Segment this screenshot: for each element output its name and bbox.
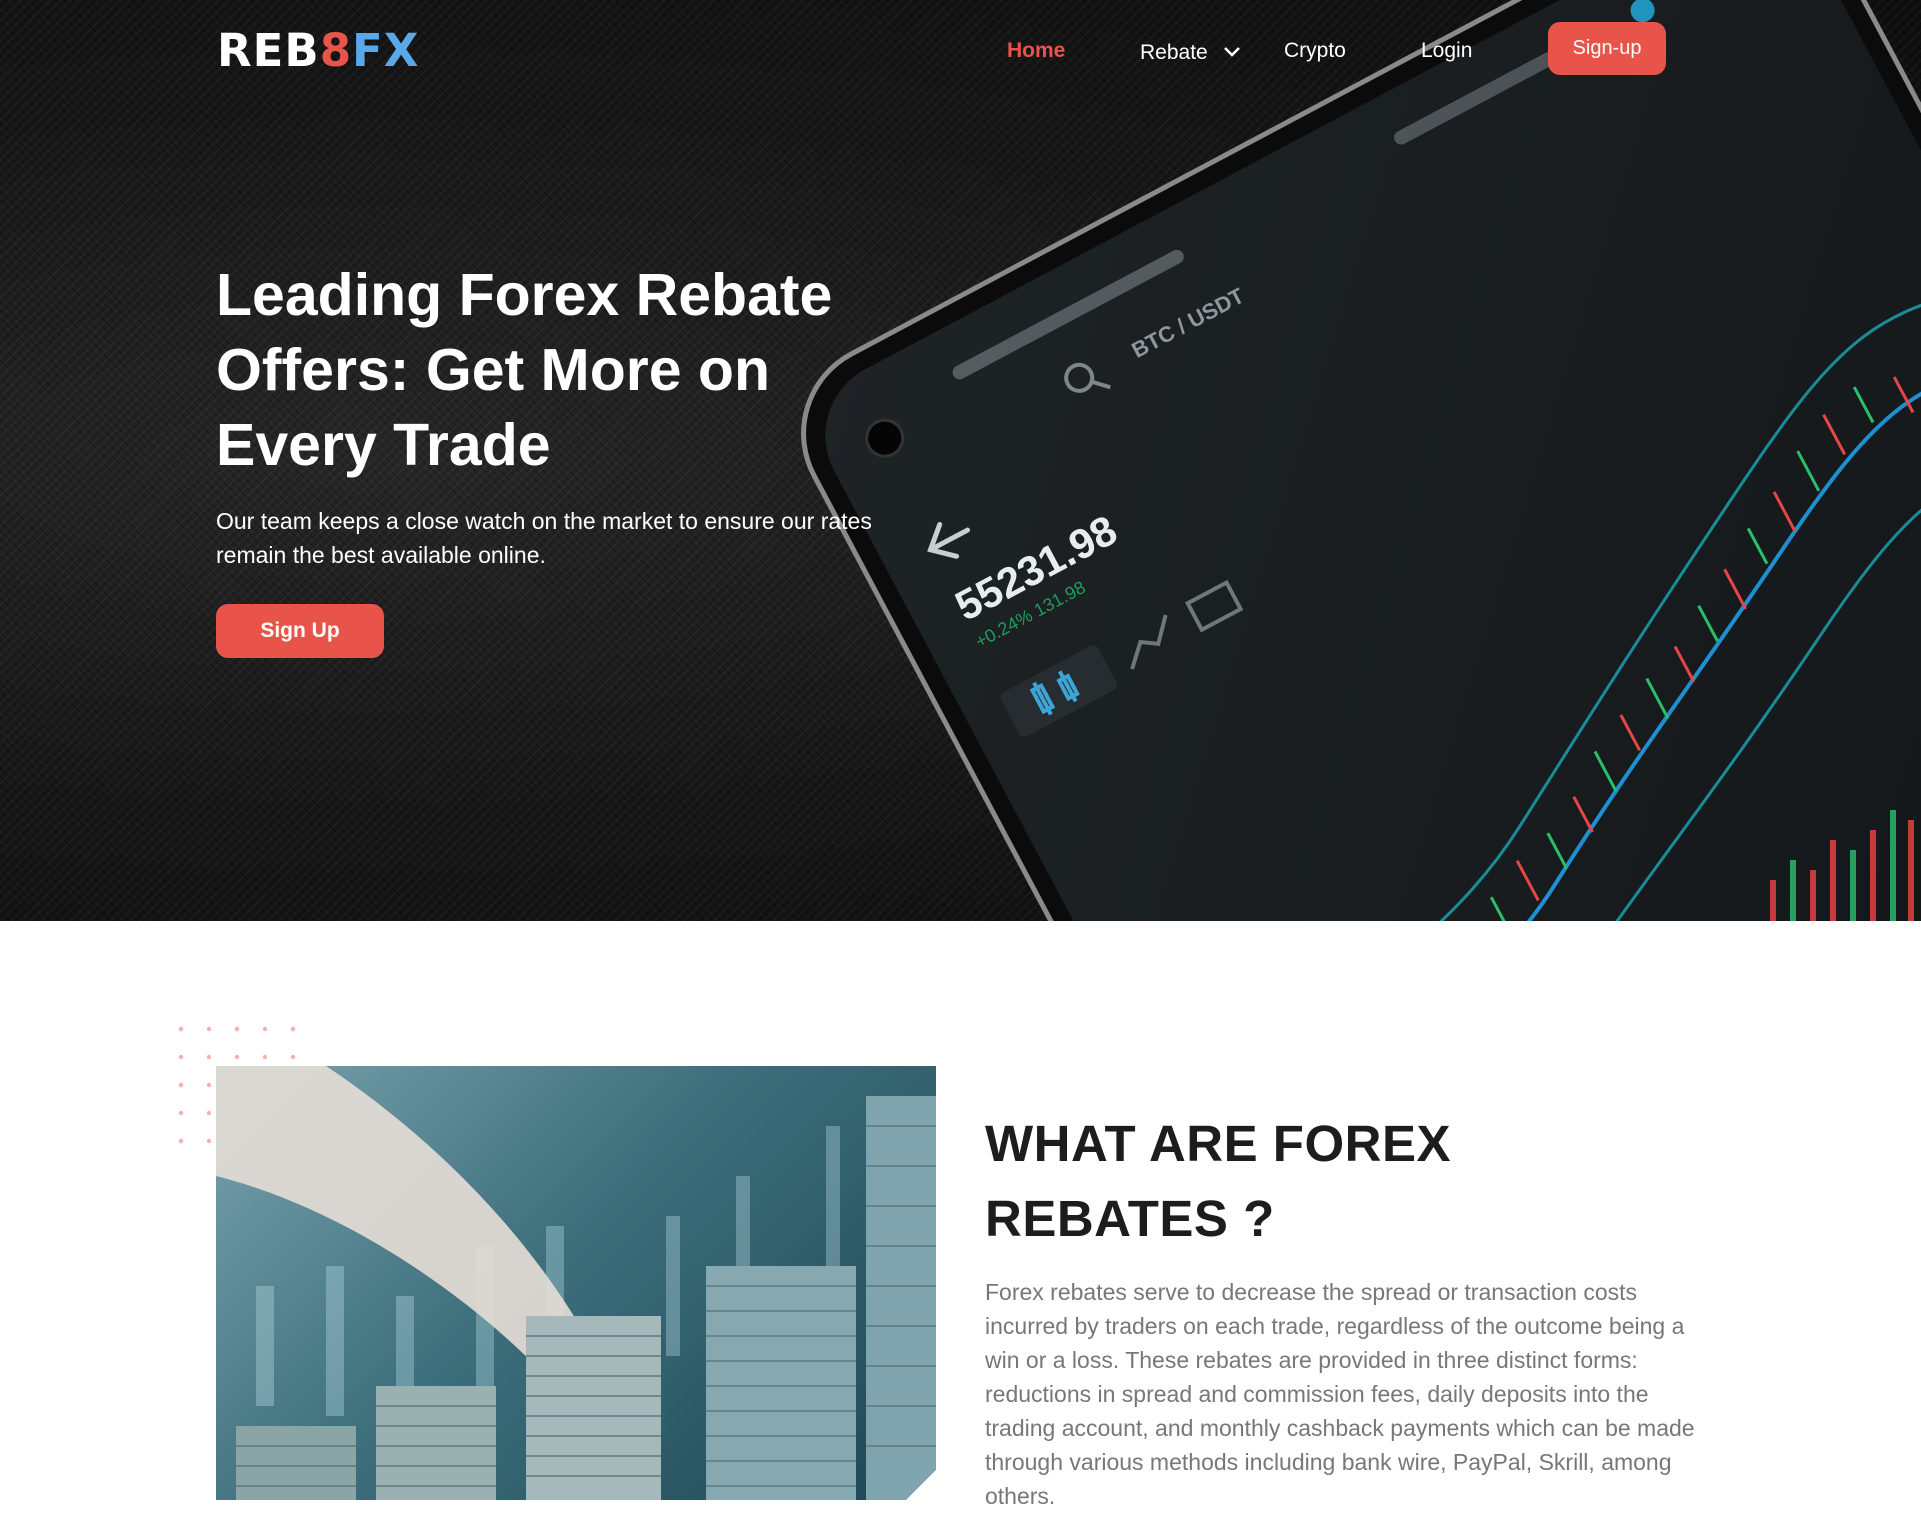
nav-item-label: Crypto [1284,39,1346,62]
logo-part-fx: FX [352,24,420,77]
coins-stack-image [216,1066,936,1500]
decorative-dot [178,1026,184,1032]
decorative-dot [206,1110,212,1116]
decorative-dot [262,1054,268,1060]
nav-item-label: Home [1007,39,1066,62]
about-description: Forex rebates serve to decrease the spre… [985,1279,1695,1509]
decorative-dot [206,1082,212,1088]
hero-section: BTC / USDT 55231.98 +0.24% 131.98 REB8FX… [0,0,1921,921]
phone-screen [825,0,1921,921]
signup-button[interactable]: Sign-up [1548,22,1666,75]
nav-item-login[interactable]: Login [1421,38,1472,64]
site-logo[interactable]: REB8FX [217,26,419,76]
nav-item-crypto[interactable]: Crypto [1284,38,1346,64]
nav-item-label: Login [1421,39,1473,62]
decorative-dot [262,1026,268,1032]
nav-item-home[interactable]: Home [1007,38,1065,64]
decorative-dot [234,1026,240,1032]
decorative-dot [290,1026,296,1032]
top-navigation: REB8FX Home Rebate Crypto Login Sign-up [0,0,1921,100]
decorative-dot [178,1082,184,1088]
logo-part-8: 8 [319,24,353,77]
decorative-dot [178,1054,184,1060]
decorative-dot [206,1026,212,1032]
about-title: WHAT ARE FOREX REBATES ? [985,1115,1451,1247]
decorative-dot [206,1138,212,1144]
decorative-dot [178,1110,184,1116]
hero-subtitle: Our team keeps a close watch on the mark… [216,508,872,568]
decorative-dot [290,1054,296,1060]
nav-item-label: Rebate [1140,41,1208,64]
nav-item-rebate[interactable]: Rebate [1140,38,1240,66]
hero-signup-button[interactable]: Sign Up [216,604,384,658]
decorative-dot [178,1138,184,1144]
logo-part-reb: REB [217,24,320,77]
decorative-dot [234,1054,240,1060]
hero-title: Leading Forex Rebate Offers: Get More on… [216,262,833,478]
chevron-down-icon [1223,38,1240,64]
decorative-dot [206,1054,212,1060]
